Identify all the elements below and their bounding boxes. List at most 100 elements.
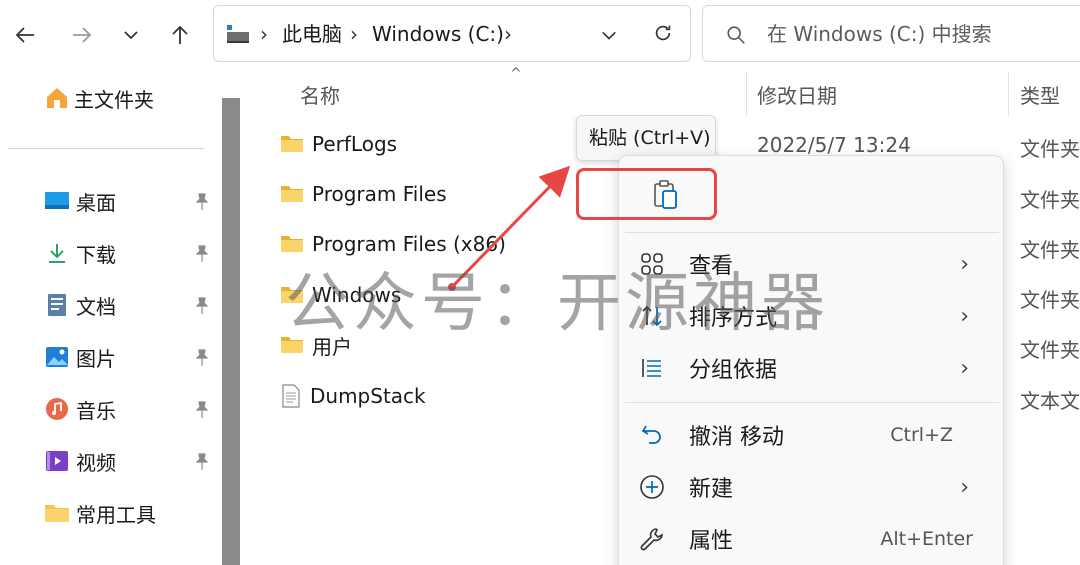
this-pc-icon xyxy=(227,25,249,43)
refresh-icon[interactable] xyxy=(652,22,674,44)
file-row-program-files-x86[interactable]: Program Files (x86) xyxy=(280,224,506,264)
sidebar-scrollbar[interactable] xyxy=(222,98,240,565)
file-name: Windows xyxy=(312,283,402,307)
sidebar-item-label: 文档 xyxy=(76,294,116,319)
menu-item-label: 撤消 移动 xyxy=(689,425,784,450)
toolbar: › 此电脑 › Windows (C:) › 在 Windows (C:) 中搜… xyxy=(0,0,1080,68)
folder-icon xyxy=(281,186,303,202)
sort-icon xyxy=(629,304,675,328)
file-name: 用户 xyxy=(312,334,352,359)
pin-icon[interactable] xyxy=(192,296,212,316)
column-separator[interactable] xyxy=(746,72,747,116)
file-type: 文件夹 xyxy=(1020,288,1080,312)
folder-icon xyxy=(281,236,303,252)
search-icon xyxy=(727,26,745,44)
menu-item-label: 新建 xyxy=(689,477,734,502)
folder-icon xyxy=(281,287,303,303)
menu-item-label: 查看 xyxy=(689,254,734,279)
folder-icon xyxy=(281,337,303,353)
breadcrumb-separator[interactable]: › xyxy=(260,6,268,63)
chevron-right-icon: › xyxy=(960,303,969,329)
pin-icon[interactable] xyxy=(192,244,212,264)
file-name: PerfLogs xyxy=(312,132,398,156)
sidebar-item-label: 下载 xyxy=(76,242,116,267)
pin-icon[interactable] xyxy=(192,452,212,472)
breadcrumb-separator[interactable]: › xyxy=(504,6,512,63)
file-name: Program Files (x86) xyxy=(312,232,506,256)
file-type: 文本文 xyxy=(1020,389,1080,413)
home-icon xyxy=(44,85,70,111)
pin-icon[interactable] xyxy=(192,400,212,420)
breadcrumb-drive-c[interactable]: Windows (C:) xyxy=(372,6,504,63)
address-bar[interactable]: › 此电脑 › Windows (C:) › xyxy=(213,5,691,62)
chevron-right-icon: › xyxy=(960,251,969,277)
breadcrumb-separator[interactable]: › xyxy=(350,6,358,63)
recent-locations-button[interactable] xyxy=(116,20,146,50)
menu-item-label: 排序方式 xyxy=(689,306,778,331)
download-icon xyxy=(44,240,70,266)
wrench-icon xyxy=(629,526,675,552)
column-separator[interactable] xyxy=(1008,72,1009,116)
videos-icon xyxy=(44,448,70,474)
file-row-dumpstack[interactable]: DumpStack xyxy=(280,376,426,416)
sidebar-item-label: 主文件夹 xyxy=(74,87,154,112)
desktop-icon xyxy=(44,188,70,214)
pin-icon[interactable] xyxy=(192,192,212,212)
chevron-down-icon xyxy=(124,31,138,40)
file-date: 2022/5/7 13:24 xyxy=(757,133,911,157)
divider xyxy=(8,148,204,149)
search-box[interactable]: 在 Windows (C:) 中搜索 xyxy=(702,5,1080,62)
menu-item-properties[interactable]: 属性 Alt+Enter xyxy=(629,515,995,563)
file-type: 文件夹 xyxy=(1020,137,1080,161)
file-type: 文件夹 xyxy=(1020,338,1080,362)
folder-icon xyxy=(281,136,303,152)
forward-button[interactable] xyxy=(67,20,97,50)
arrow-left-icon xyxy=(15,27,34,43)
column-header-type[interactable]: 类型 xyxy=(1020,80,1060,109)
search-input[interactable]: 在 Windows (C:) 中搜索 xyxy=(767,6,992,63)
menu-item-label: 分组依据 xyxy=(689,358,778,383)
chevron-right-icon: › xyxy=(960,474,969,500)
address-dropdown-icon[interactable] xyxy=(600,26,618,44)
sidebar-item-label: 桌面 xyxy=(76,190,116,215)
arrow-right-icon xyxy=(73,27,92,43)
menu-item-label: 属性 xyxy=(689,529,734,554)
up-button[interactable] xyxy=(165,20,195,50)
sort-ascending-icon: ^ xyxy=(510,66,522,82)
back-button[interactable] xyxy=(10,20,40,50)
sidebar-item-label: 视频 xyxy=(76,450,116,475)
view-icon xyxy=(629,252,675,276)
column-header-modified[interactable]: 修改日期 xyxy=(757,80,837,109)
file-name: Program Files xyxy=(312,182,447,206)
menu-item-view[interactable]: 查看 › xyxy=(629,240,995,288)
file-row-users[interactable]: 用户 xyxy=(280,325,352,365)
menu-item-undo[interactable]: 撤消 移动 Ctrl+Z xyxy=(629,411,995,459)
sidebar-item-tools[interactable]: 常用工具 xyxy=(44,493,224,533)
folder-icon xyxy=(44,500,70,526)
sidebar-item-home[interactable]: 主文件夹 xyxy=(44,78,224,118)
highlight-box xyxy=(576,168,717,220)
navigation-pane: 主文件夹 桌面 下载 文档 图片 音乐 视频 常用工具 xyxy=(0,68,222,565)
menu-item-sort[interactable]: 排序方式 › xyxy=(629,292,995,340)
new-icon xyxy=(629,474,675,500)
music-icon xyxy=(44,396,70,422)
file-type: 文件夹 xyxy=(1020,188,1080,212)
file-name: DumpStack xyxy=(310,384,426,408)
sidebar-item-label: 音乐 xyxy=(76,398,116,423)
column-header-name[interactable]: 名称 xyxy=(300,80,340,109)
menu-separator xyxy=(625,232,999,233)
menu-item-shortcut: Alt+Enter xyxy=(880,528,973,550)
sidebar-item-label: 图片 xyxy=(76,346,116,371)
file-row-perflogs[interactable]: PerfLogs xyxy=(280,124,397,164)
arrow-up-icon xyxy=(172,25,188,44)
breadcrumb-this-pc[interactable]: 此电脑 xyxy=(282,6,342,63)
pictures-icon xyxy=(44,344,70,370)
menu-item-group[interactable]: 分组依据 › xyxy=(629,344,995,392)
sidebar-item-label: 常用工具 xyxy=(76,502,156,527)
file-row-program-files[interactable]: Program Files xyxy=(280,174,447,214)
group-icon xyxy=(629,356,675,380)
pin-icon[interactable] xyxy=(192,348,212,368)
documents-icon xyxy=(44,292,70,318)
file-row-windows[interactable]: Windows xyxy=(280,275,401,315)
menu-item-new[interactable]: 新建 › xyxy=(629,463,995,511)
